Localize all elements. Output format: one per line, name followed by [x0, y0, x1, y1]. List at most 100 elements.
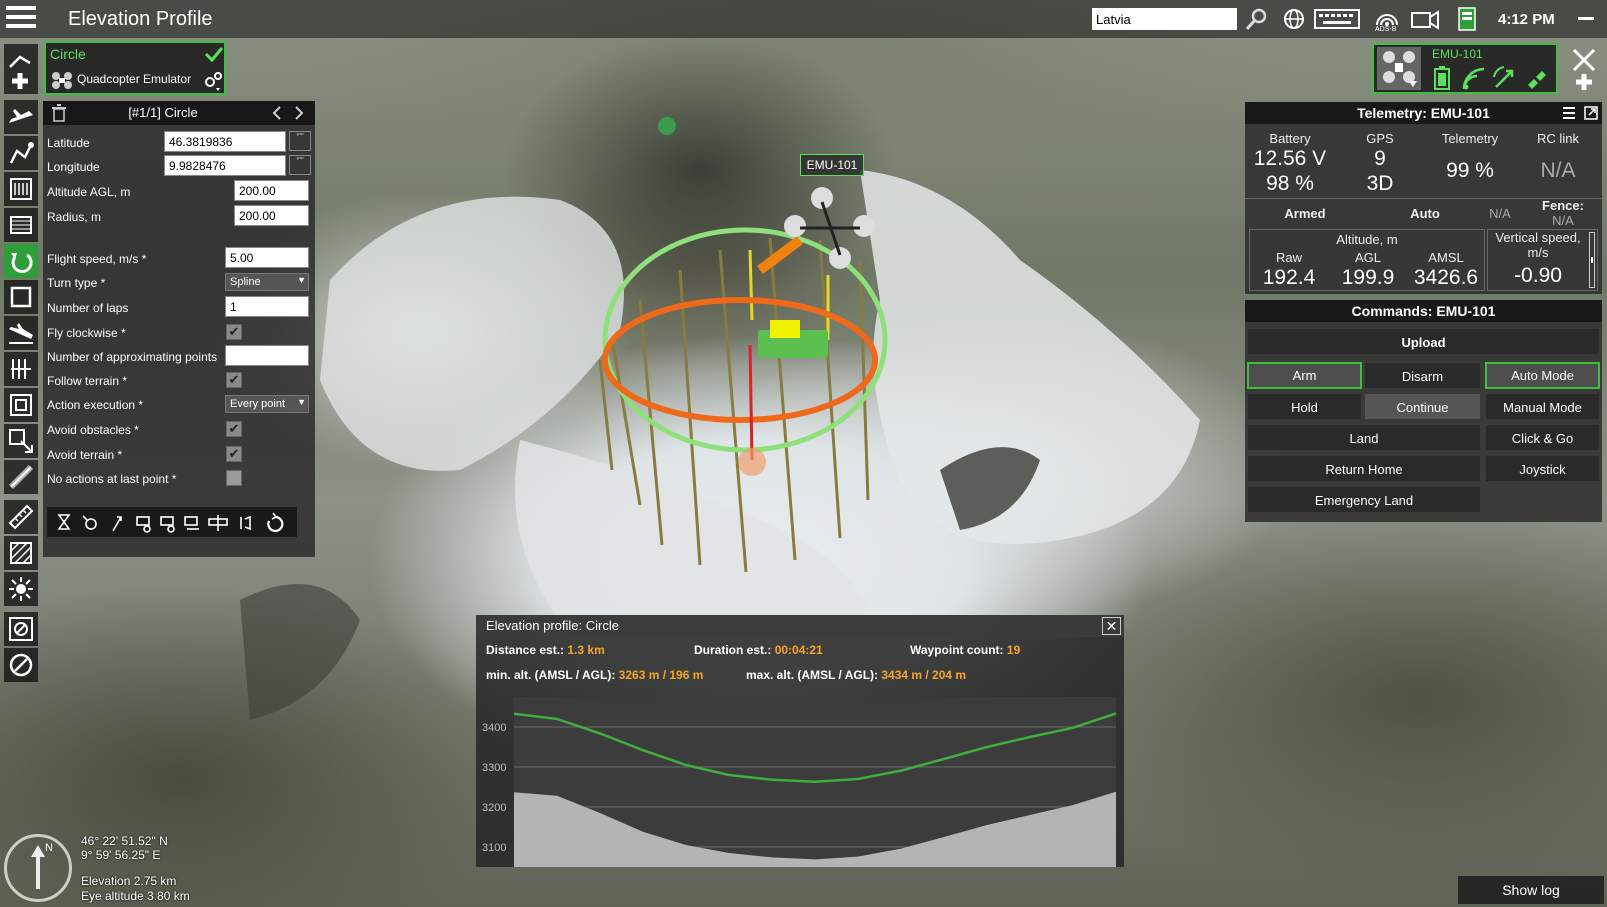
waypoint-actions-bar — [47, 507, 297, 537]
altitude-input[interactable] — [234, 180, 309, 201]
field-label-laps: Number of laps — [47, 301, 129, 315]
keyboard-icon[interactable] — [1314, 7, 1360, 31]
spiral-icon[interactable] — [4, 388, 38, 422]
radius-input[interactable] — [234, 205, 309, 226]
elevation-profile-window: Elevation profile: Circle ✕ Distance est… — [476, 615, 1124, 867]
list-view-icon[interactable] — [1561, 105, 1577, 126]
chart-y-tick-label: 3100 — [482, 842, 506, 854]
hold-button[interactable]: Hold — [1247, 393, 1362, 420]
emergency-land-button[interactable]: Emergency Land — [1247, 486, 1481, 513]
corridor-icon[interactable] — [4, 460, 38, 494]
waypoint-action-icons[interactable] — [47, 507, 297, 537]
battery-voltage: 12.56 V — [1253, 147, 1327, 170]
laps-input[interactable] — [225, 296, 309, 317]
route-header[interactable]: Circle Quadcopter Emulator — [44, 41, 226, 95]
field-label-radius: Radius, m — [47, 210, 102, 224]
manual-mode-button[interactable]: Manual Mode — [1485, 393, 1600, 420]
upload-button[interactable]: Upload — [1247, 328, 1600, 355]
popout-icon[interactable] — [1583, 105, 1599, 126]
flight-speed-input[interactable] — [225, 247, 309, 268]
armed-status: Armed — [1284, 206, 1326, 221]
distance-value: 1.3 km — [567, 643, 605, 657]
fly-clockwise-checkbox[interactable]: ✔ — [226, 324, 242, 340]
continue-button[interactable]: Continue — [1364, 393, 1481, 420]
min-altitude-stat: min. alt. (AMSL / AGL): 3263 m / 196 m — [486, 668, 704, 682]
altitude-title: Altitude, m — [1336, 232, 1398, 247]
waypoint-panel: [#1/1] Circle Latitude °′″ Longitude °′″… — [43, 101, 315, 557]
chart-y-tick-label: 3200 — [482, 802, 506, 814]
joystick-button[interactable]: Joystick — [1485, 455, 1600, 482]
prev-waypoint-icon[interactable] — [269, 104, 285, 127]
avoid-obstacles-checkbox[interactable]: ✔ — [226, 421, 242, 437]
landing-icon[interactable] — [4, 316, 38, 350]
search-icon[interactable] — [1244, 7, 1270, 31]
max-altitude-value: 3434 m / 204 m — [881, 668, 967, 682]
rc-link-icon — [1492, 65, 1516, 96]
globe-icon[interactable] — [1282, 7, 1308, 31]
action-execution-select[interactable]: Every point ▼ — [225, 395, 309, 413]
compass[interactable]: N — [4, 834, 72, 902]
field-label-no-actions-last: No actions at last point * — [47, 472, 177, 486]
cancel-icon[interactable] — [4, 648, 38, 682]
ruler-icon[interactable] — [4, 500, 38, 534]
area-scan-icon[interactable] — [4, 424, 38, 458]
arm-button[interactable]: Arm — [1247, 362, 1362, 389]
action-execution-value: Every point — [230, 398, 286, 410]
app-title: Elevation Profile — [68, 8, 213, 30]
coordinate-format-icon[interactable]: °′″ — [289, 155, 311, 175]
land-button[interactable]: Land — [1247, 424, 1481, 451]
flight-mode-status: Auto — [1410, 206, 1440, 221]
approx-points-input[interactable] — [225, 345, 309, 366]
commands-title: Commands: EMU-101 — [1351, 303, 1496, 319]
follow-terrain-checkbox[interactable]: ✔ — [226, 372, 242, 388]
no-fly-zone-icon[interactable] — [4, 536, 38, 570]
settings-icon[interactable] — [202, 70, 224, 97]
perimeter-icon[interactable] — [4, 280, 38, 314]
tools-icon[interactable] — [1568, 46, 1600, 97]
add-route-icon[interactable] — [4, 44, 38, 94]
raw-altitude: 192.4 — [1262, 266, 1316, 289]
checkmark-icon[interactable] — [204, 45, 224, 68]
next-waypoint-icon[interactable] — [291, 104, 307, 127]
drone-avatar — [1377, 47, 1421, 90]
coordinate-format-icon[interactable]: °′″ — [289, 131, 311, 151]
search-input[interactable] — [1092, 8, 1237, 30]
disarm-button[interactable]: Disarm — [1364, 362, 1481, 389]
show-log-button[interactable]: Show log — [1458, 876, 1604, 904]
battery-percent: 98 % — [1266, 172, 1314, 195]
minimize-icon[interactable] — [1578, 17, 1594, 20]
vehicle-map-label-text: EMU-101 — [806, 158, 858, 172]
takeoff-icon[interactable] — [4, 100, 38, 134]
photogrammetry-icon[interactable] — [4, 208, 38, 242]
avoid-terrain-checkbox[interactable]: ✔ — [226, 446, 242, 462]
longitude-input[interactable] — [164, 155, 286, 176]
gps-satellites: 9 — [1374, 147, 1386, 170]
circle-icon[interactable] — [4, 244, 38, 278]
waypoint-icon[interactable] — [4, 136, 38, 170]
elevation-title-bar: Elevation profile: Circle ✕ — [476, 615, 1124, 637]
click-go-button[interactable]: Click & Go — [1485, 424, 1600, 451]
facade-scan-icon[interactable] — [4, 352, 38, 386]
survey-icon[interactable] — [4, 172, 38, 206]
menu-icon[interactable] — [6, 6, 36, 32]
signal-icon — [1462, 65, 1486, 96]
auto-mode-button[interactable]: Auto Mode — [1485, 362, 1600, 389]
close-icon[interactable]: ✕ — [1102, 617, 1121, 635]
sun-icon[interactable] — [4, 572, 38, 606]
battery-label: Battery — [1269, 131, 1311, 146]
stop-square-icon[interactable] — [4, 612, 38, 646]
route-vehicle: Quadcopter Emulator — [77, 72, 192, 86]
chevron-down-icon: ▼ — [297, 397, 306, 407]
vehicle-map-label[interactable]: EMU-101 — [800, 154, 864, 176]
no-actions-last-checkbox[interactable] — [226, 470, 242, 486]
gps-label: GPS — [1366, 131, 1394, 146]
return-home-button[interactable]: Return Home — [1247, 455, 1481, 482]
turn-type-select[interactable]: Spline ▼ — [225, 273, 309, 291]
latitude-input[interactable] — [164, 131, 286, 152]
vehicle-card[interactable]: EMU-101 — [1372, 43, 1558, 94]
vertical-speed-value: -0.90 — [1514, 264, 1562, 287]
tablet-battery-icon[interactable] — [1456, 7, 1478, 31]
rc-link-value: N/A — [1540, 159, 1576, 182]
video-icon[interactable] — [1410, 7, 1440, 31]
agl-altitude: 199.9 — [1341, 266, 1395, 289]
